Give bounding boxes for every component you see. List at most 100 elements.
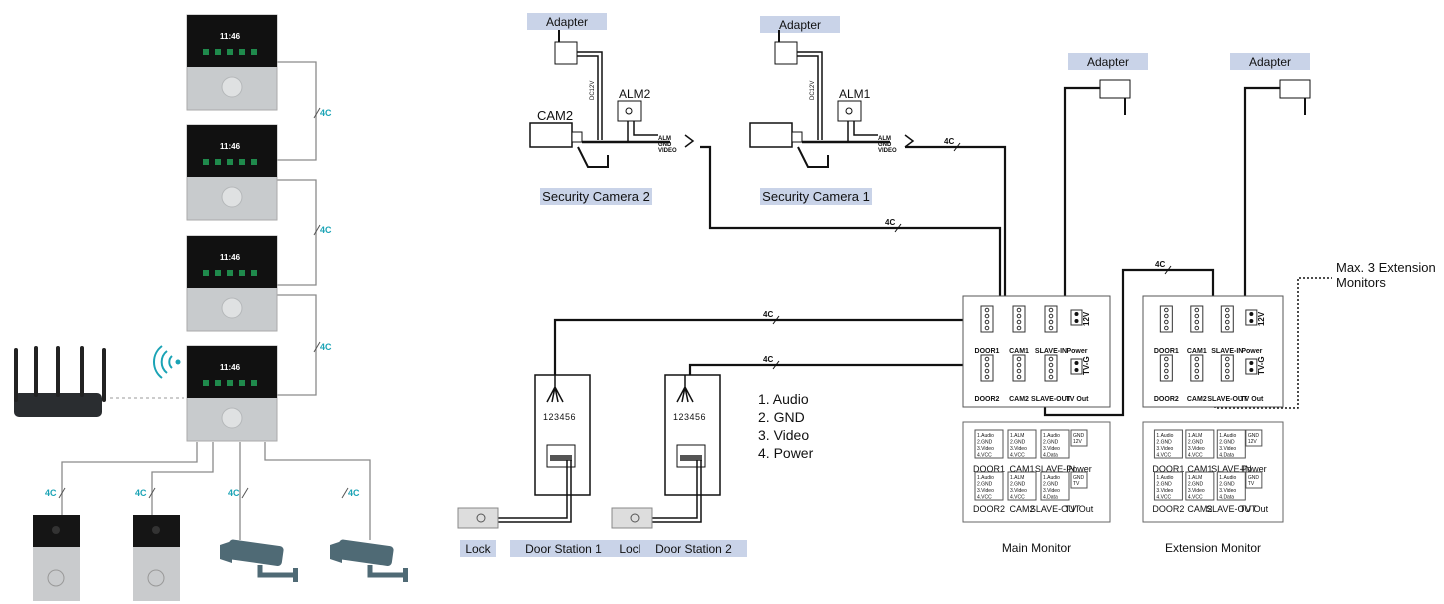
screen-app-icon xyxy=(227,380,233,386)
legend-item: 2. GND xyxy=(758,409,805,425)
connector-port xyxy=(1044,354,1058,382)
cable-type-label: 4C xyxy=(763,310,773,319)
cable-type-label: 4C xyxy=(944,137,954,146)
router-icon xyxy=(14,346,106,417)
port-label: DOOR2 xyxy=(1154,396,1179,403)
nav-button xyxy=(221,297,243,319)
pin-label: 2.GND xyxy=(1156,482,1172,488)
pin-label: 3.Video xyxy=(1043,488,1060,494)
alarm-sensor-icon xyxy=(837,100,862,122)
pin-label: 2.GND xyxy=(1043,482,1059,488)
connector-port xyxy=(1044,305,1058,333)
connector-port xyxy=(980,305,994,333)
camera-title: CAM2 xyxy=(537,108,573,123)
pin-group-label: DOOR2 xyxy=(973,504,1005,514)
camera-wire-label: VIDEO xyxy=(878,148,897,154)
power-cable-label: DC12V xyxy=(590,81,596,100)
lock-icon xyxy=(457,507,499,529)
pin-label: 1.Audio xyxy=(977,475,994,481)
screen-app-icon xyxy=(227,270,233,276)
door-station-label: Door Station 2 xyxy=(655,542,732,556)
monitor-clock: 11:46 xyxy=(220,32,241,41)
port-label: SLAVE-IN xyxy=(1035,348,1067,355)
adapter-label: Adapter xyxy=(1249,55,1291,69)
lock-label: Lock xyxy=(465,542,491,556)
tv-terminal-label: TV-G xyxy=(1082,356,1091,375)
cable-type-label: 4C xyxy=(348,488,360,498)
pin-group-label: TV Out xyxy=(1240,504,1269,514)
alarm-label: ALM2 xyxy=(619,87,651,101)
pin-label: 4.VCC xyxy=(1156,495,1171,501)
pin-label: 4.VCC xyxy=(1010,495,1025,501)
cable-type-label: 4C xyxy=(320,342,332,352)
pin-label: 3.Video xyxy=(1010,488,1027,494)
pin-label: 3.Video xyxy=(977,488,994,494)
security-camera-1: AdapterDC12V ALM1ALMGNDVIDEOSecurity Came… xyxy=(749,16,915,205)
monitor-name-label: Extension Monitor xyxy=(1165,541,1261,555)
monitor-name-label: Main Monitor xyxy=(1002,541,1071,555)
port-label: Power xyxy=(1066,348,1087,355)
adapter-label: Adapter xyxy=(546,15,588,29)
pin-label: 2.GND xyxy=(1010,482,1026,488)
extension-monitor: DOOR1 CAM1 SLAVE-IN12VPowerDOOR2 CAM2 SLAVE-… xyxy=(1142,53,1311,555)
alarm-label: ALM1 xyxy=(839,87,871,101)
port-label: TV Out xyxy=(1066,396,1090,403)
monitor-clock: 11:46 xyxy=(220,253,241,262)
door-station-device xyxy=(33,515,80,601)
port-label: DOOR2 xyxy=(975,396,1000,403)
screen-app-icon xyxy=(215,49,221,55)
adapter-icon xyxy=(1099,79,1131,99)
camera-name-label: Security Camera 1 xyxy=(762,189,870,204)
screen-app-icon xyxy=(239,270,245,276)
screen-app-icon xyxy=(203,270,209,276)
pin-label: 4.VCC xyxy=(1188,495,1203,501)
pin-label: 1.Audio xyxy=(1219,475,1236,481)
pin-label: 3.Video xyxy=(1043,446,1060,452)
pin-label: 3.Video xyxy=(1219,488,1236,494)
pin-label: 3.Video xyxy=(977,446,994,452)
cable-type-label: 4C xyxy=(45,488,57,498)
legend-item: 4. Power xyxy=(758,445,814,461)
wifi-icon xyxy=(153,345,181,379)
screen-app-icon xyxy=(215,159,221,165)
extension-note-line1: Max. 3 Extension xyxy=(1336,260,1436,275)
port-label: DOOR1 xyxy=(1154,348,1179,355)
connector-port xyxy=(1190,354,1204,382)
pin-label: 3.Video xyxy=(1188,488,1205,494)
tv-terminal-label: TV-G xyxy=(1257,356,1266,375)
pin-label: 1.Audio xyxy=(1156,475,1173,481)
pin-label: 12V xyxy=(1248,439,1258,445)
indoor-monitor: 11:46 xyxy=(186,124,278,221)
port-label: DOOR1 xyxy=(975,348,1000,355)
connector-port xyxy=(1220,354,1234,382)
port-label: CAM1 xyxy=(1009,348,1029,355)
pin-label: 1.Audio xyxy=(1219,433,1236,439)
connector-port xyxy=(980,354,994,382)
extension-note-line2: Monitors xyxy=(1336,275,1386,290)
port-label: CAM2 xyxy=(1187,396,1207,403)
lock-icon xyxy=(611,507,653,529)
pin-label: 4.Data xyxy=(1219,453,1234,459)
wiring-diagram: 11:46 11:46 11:46 11:46 4C 4C 4C 4C 4C Adapter D… xyxy=(14,13,1436,601)
pin-label: 2.GND xyxy=(1156,440,1172,446)
wire-legend: 1. Audio 2. GND 3. Video 4. Power xyxy=(758,391,814,461)
cable-type-label: 4C xyxy=(1155,260,1165,269)
adapter-icon xyxy=(1279,79,1311,99)
screen-app-icon xyxy=(203,159,209,165)
screen-app-icon xyxy=(239,380,245,386)
cable-type-label: 4C xyxy=(885,218,895,227)
screen-app-icon xyxy=(251,49,257,55)
adapter-icon xyxy=(774,41,798,65)
cam1-cable xyxy=(905,145,1012,322)
pin-label: 4.Data xyxy=(1043,495,1058,501)
pin-label: TV xyxy=(1248,481,1255,487)
screen-app-icon xyxy=(239,49,245,55)
legend-item: 3. Video xyxy=(758,427,809,443)
pin-label: 2.GND xyxy=(977,440,993,446)
pin-label: 2.GND xyxy=(1219,482,1235,488)
pin-label: 1.Audio xyxy=(1043,433,1060,439)
pin-group-label: DOOR2 xyxy=(1152,504,1184,514)
screen-app-icon xyxy=(227,159,233,165)
port-label: Power xyxy=(1241,348,1262,355)
legend-item: 1. Audio xyxy=(758,391,809,407)
